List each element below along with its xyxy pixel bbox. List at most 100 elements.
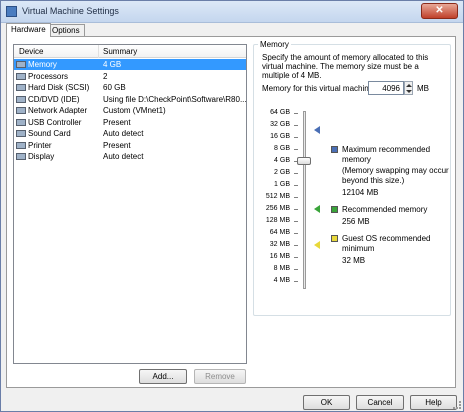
scale-tick-label: 8 GB <box>274 145 290 152</box>
display-icon <box>16 153 26 160</box>
memory-icon <box>16 61 26 68</box>
scale-tick-label: 8 MB <box>273 265 290 272</box>
device-summary: Present <box>103 117 131 127</box>
scale-tick-mark <box>294 221 298 222</box>
spin-down-icon[interactable] <box>406 90 412 93</box>
device-summary: Custom (VMnet1) <box>103 106 166 115</box>
summary-column-header[interactable]: Summary <box>103 47 137 56</box>
scale-tick-label: 256 MB <box>265 205 290 212</box>
legend-value: 12104 MB <box>342 188 379 197</box>
max-legend-swatch-icon <box>331 146 338 153</box>
memory-size-input[interactable]: 4096 <box>368 81 404 95</box>
device-list-header: Device Summary <box>14 45 246 58</box>
resize-grip[interactable] <box>453 401 461 409</box>
device-summary: 4 GB <box>103 60 122 69</box>
scale-tick-mark <box>294 149 298 150</box>
add-hardware-button[interactable]: Add... <box>139 369 187 384</box>
processor-icon <box>16 72 26 80</box>
scale-tick-label: 16 MB <box>269 253 290 260</box>
legend-value: 32 MB <box>342 256 366 265</box>
max-memory-marker-icon <box>314 125 320 134</box>
dialog-buttons: OK Cancel Help <box>1 392 463 411</box>
scale-tick-label: 16 GB <box>270 133 290 140</box>
legend-note: (Memory swapping may occur beyond this s… <box>342 166 449 185</box>
device-list[interactable]: Device Summary Memory 4 GB Processors 2 Hard… <box>13 44 247 364</box>
scale-tick-mark <box>294 257 298 258</box>
memory-field-label: Memory for this virtual machine: <box>262 84 376 93</box>
recommended-legend-swatch-icon <box>331 206 338 213</box>
scale-tick-mark <box>294 209 298 210</box>
device-name: Memory <box>28 60 57 69</box>
memory-group: Memory Specify the amount of memory allo… <box>253 40 451 316</box>
sound-card-icon <box>16 130 26 137</box>
cancel-button[interactable]: Cancel <box>356 395 404 410</box>
tab-hardware[interactable]: Hardware <box>6 23 51 37</box>
device-summary: 2 <box>103 71 108 81</box>
scale-tick-mark <box>294 185 298 186</box>
device-name: CD/DVD (IDE) <box>28 94 80 104</box>
window-title: Virtual Machine Settings <box>22 6 119 16</box>
device-row-network-adapter[interactable]: Network Adapter Custom (VMnet1) <box>14 105 246 116</box>
scale-tick-label: 128 MB <box>265 217 290 224</box>
scale-tick-label: 32 MB <box>269 241 290 248</box>
device-name: Sound Card <box>28 129 71 138</box>
legend-title: Recommended memory <box>342 205 428 214</box>
device-row-hard-disk[interactable]: Hard Disk (SCSI) 60 GB <box>14 82 246 93</box>
scale-tick-mark <box>294 269 298 270</box>
scale-tick-mark <box>294 125 298 126</box>
device-name: USB Controller <box>28 117 82 127</box>
device-row-memory[interactable]: Memory 4 GB <box>14 59 246 70</box>
guest-min-memory-marker-icon <box>314 241 320 249</box>
scale-tick-mark <box>294 137 298 138</box>
device-summary: 60 GB <box>103 83 126 92</box>
hardware-tab-panel: Device Summary Memory 4 GB Processors 2 Hard… <box>6 36 456 388</box>
memory-slider-thumb[interactable] <box>297 157 311 165</box>
scale-tick-label: 4 GB <box>274 157 290 164</box>
device-column-header[interactable]: Device <box>19 47 43 56</box>
device-row-processor[interactable]: Processors 2 <box>14 71 246 82</box>
memory-group-title: Memory <box>258 40 291 49</box>
column-divider[interactable] <box>98 45 99 58</box>
device-name: Network Adapter <box>28 106 88 115</box>
device-row-cd-dvd[interactable]: CD/DVD (IDE) Using file D:\CheckPoint\Sof… <box>14 94 246 105</box>
cd-dvd-icon <box>16 95 26 103</box>
help-button[interactable]: Help <box>410 395 457 410</box>
scale-tick-label: 1 GB <box>274 181 290 188</box>
scale-tick-label: 64 MB <box>269 229 290 236</box>
scale-tick-label: 64 GB <box>270 109 290 116</box>
legend-title: Maximum recommended memory <box>342 145 431 164</box>
device-name: Printer <box>28 140 52 150</box>
legend-value: 256 MB <box>342 217 370 226</box>
guest-min-legend-swatch-icon <box>331 235 338 242</box>
device-row-usb-controller[interactable]: USB Controller Present <box>14 117 246 128</box>
recommended-memory-marker-icon <box>314 205 320 213</box>
device-summary: Present <box>103 140 131 150</box>
network-adapter-icon <box>16 107 26 114</box>
close-button[interactable]: ✕ <box>421 3 458 19</box>
scale-tick-mark <box>294 245 298 246</box>
scale-tick-mark <box>294 281 298 282</box>
memory-description: Specify the amount of memory allocated t… <box>262 53 429 80</box>
memory-spinner[interactable] <box>404 81 413 95</box>
ok-button[interactable]: OK <box>303 395 350 410</box>
scale-tick-mark <box>294 113 298 114</box>
legend-title: Guest OS recommended minimum <box>342 234 431 253</box>
device-row-display[interactable]: Display Auto detect <box>14 151 246 162</box>
printer-icon <box>16 141 26 149</box>
remove-hardware-button[interactable]: Remove <box>194 369 246 384</box>
max-legend-entry: Maximum recommended memory (Memory swappi… <box>342 145 450 198</box>
scale-tick-label: 2 GB <box>274 169 290 176</box>
spin-up-icon[interactable] <box>406 84 412 87</box>
hard-disk-icon <box>16 84 26 91</box>
device-summary: Auto detect <box>103 129 144 138</box>
device-name: Display <box>28 152 55 161</box>
device-name: Hard Disk (SCSI) <box>28 83 90 92</box>
recommended-legend-entry: Recommended memory 256 MB <box>342 205 427 227</box>
memory-slider-track[interactable] <box>303 111 306 289</box>
device-row-sound-card[interactable]: Sound Card Auto detect <box>14 128 246 139</box>
scale-tick-mark <box>294 233 298 234</box>
vm-app-icon <box>6 6 17 17</box>
device-row-printer[interactable]: Printer Present <box>14 140 246 151</box>
device-name: Processors <box>28 71 69 81</box>
scale-tick-mark <box>294 173 298 174</box>
